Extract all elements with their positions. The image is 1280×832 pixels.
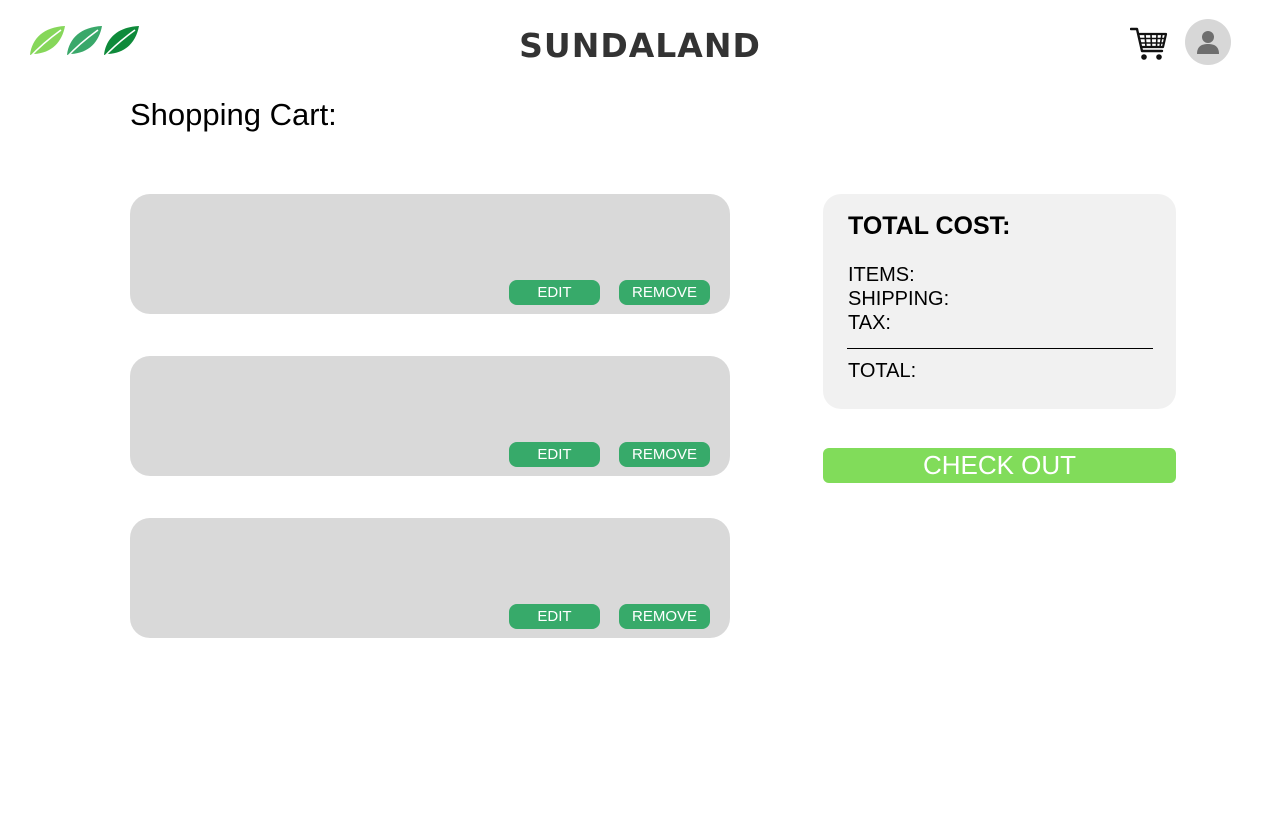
summary-divider: [847, 348, 1153, 349]
page: SUNDALAND Shopping Cart: EDIT REMOVE EDI…: [0, 0, 1280, 832]
total-label: TOTAL:: [848, 360, 917, 382]
shipping-label: SHIPPING:: [848, 288, 950, 310]
brand-title: SUNDALAND: [519, 26, 761, 65]
shopping-cart-icon[interactable]: [1129, 26, 1168, 62]
remove-button[interactable]: REMOVE: [619, 604, 710, 629]
edit-button[interactable]: EDIT: [509, 604, 600, 629]
items-label: ITEMS:: [848, 264, 915, 286]
cart-item: EDIT REMOVE: [130, 356, 730, 476]
page-title: Shopping Cart:: [130, 97, 337, 132]
remove-button[interactable]: REMOVE: [619, 280, 710, 305]
tax-label: TAX:: [848, 312, 891, 334]
order-summary-panel: TOTAL COST: ITEMS: SHIPPING: TAX: TOTAL:: [823, 194, 1176, 409]
summary-title: TOTAL COST:: [848, 212, 1011, 240]
edit-button[interactable]: EDIT: [509, 280, 600, 305]
cart-item: EDIT REMOVE: [130, 518, 730, 638]
remove-button[interactable]: REMOVE: [619, 442, 710, 467]
cart-item: EDIT REMOVE: [130, 194, 730, 314]
edit-button[interactable]: EDIT: [509, 442, 600, 467]
avatar[interactable]: [1185, 19, 1231, 65]
user-icon: [1197, 31, 1219, 54]
checkout-button[interactable]: CHECK OUT: [823, 448, 1176, 483]
